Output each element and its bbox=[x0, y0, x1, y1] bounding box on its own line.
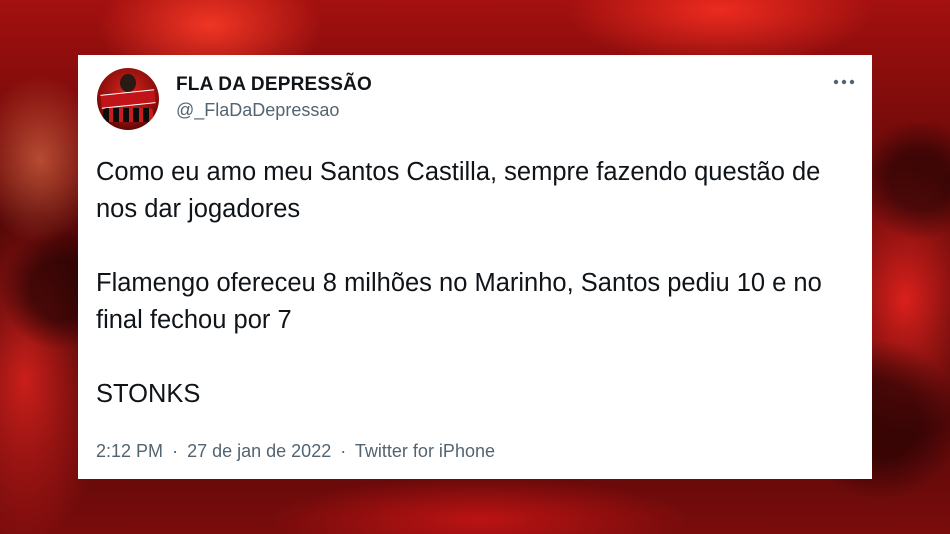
tweet-paragraph: Flamengo ofereceu 8 milhões no Marinho, … bbox=[96, 269, 822, 334]
more-options-icon[interactable] bbox=[832, 75, 856, 89]
tweet-card: FLA DA DEPRESSÃO @_FlaDaDepressao Como e… bbox=[78, 55, 872, 479]
tweet-paragraph: Como eu amo meu Santos Castilla, sempre … bbox=[96, 158, 821, 223]
avatar[interactable] bbox=[97, 68, 159, 130]
avatar-banner-shape bbox=[100, 89, 156, 109]
tweet-body: Como eu amo meu Santos Castilla, sempre … bbox=[96, 154, 836, 413]
meta-separator: · bbox=[340, 441, 347, 461]
tweet-source[interactable]: Twitter for iPhone bbox=[355, 441, 495, 461]
tweet-paragraph: STONKS bbox=[96, 380, 201, 408]
tweet-date[interactable]: 27 de jan de 2022 bbox=[187, 441, 331, 461]
tweet-metadata: 2:12 PM · 27 de jan de 2022 · Twitter fo… bbox=[96, 441, 495, 462]
meta-separator: · bbox=[172, 441, 179, 461]
avatar-crowd-shape bbox=[103, 108, 153, 122]
author-name[interactable]: FLA DA DEPRESSÃO bbox=[176, 74, 372, 96]
avatar-person-shape bbox=[120, 74, 136, 92]
tweet-time[interactable]: 2:12 PM bbox=[96, 441, 163, 461]
author-handle[interactable]: @_FlaDaDepressao bbox=[176, 100, 339, 121]
